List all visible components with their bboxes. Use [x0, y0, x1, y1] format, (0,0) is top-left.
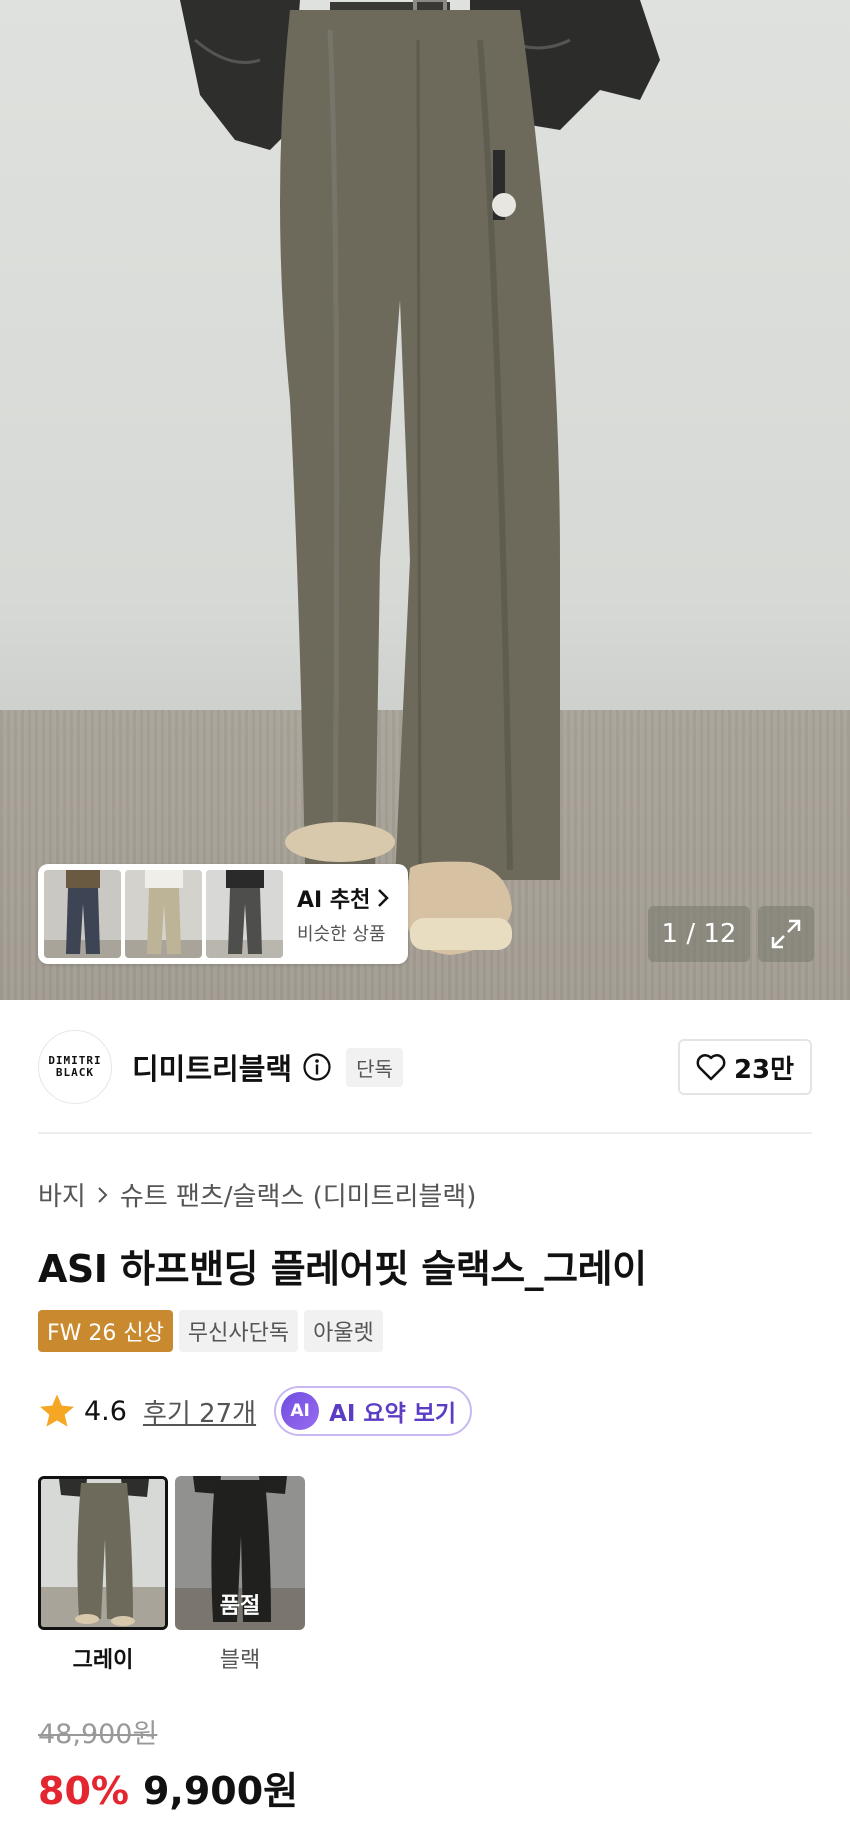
- expand-icon: [771, 919, 801, 949]
- heart-icon: [696, 1054, 726, 1081]
- image-counter: 1 / 12: [648, 906, 750, 962]
- breadcrumb-item[interactable]: 슈트 팬츠/슬랙스 (디미트리블랙): [120, 1176, 477, 1213]
- product-tags: FW 26 신상 무신사단독 아울렛: [38, 1310, 383, 1352]
- brand-logo[interactable]: DIMITRI BLACK: [38, 1030, 112, 1104]
- breadcrumb: 바지 슈트 팬츠/슬랙스 (디미트리블랙): [38, 1176, 476, 1213]
- thumb-image: [206, 870, 283, 958]
- rating-row: 4.6 후기 27개 AI AI 요약 보기: [38, 1386, 473, 1436]
- discount-rate: 80%: [38, 1769, 129, 1813]
- ai-recommend-title[interactable]: AI 추천: [297, 882, 390, 914]
- tag-exclusive: 무신사단독: [178, 1310, 299, 1352]
- like-button[interactable]: 23만: [678, 1039, 812, 1095]
- price-row: 80% 9,900원: [38, 1760, 298, 1815]
- swatch-image: [41, 1479, 165, 1627]
- color-option-black[interactable]: 품절: [175, 1476, 305, 1630]
- product-image-gallery[interactable]: AI 추천 비슷한 상품 1 / 12: [0, 0, 850, 1000]
- ai-summary-button[interactable]: AI AI 요약 보기: [274, 1386, 473, 1436]
- thumb-image: [125, 870, 202, 958]
- thumb-image: [44, 870, 121, 958]
- color-option-gray[interactable]: [38, 1476, 168, 1630]
- chevron-right-icon: [378, 889, 390, 907]
- sale-price: 9,900원: [142, 1769, 299, 1813]
- ai-badge-icon: AI: [281, 1392, 320, 1430]
- color-label-gray: 그레이: [72, 1648, 134, 1673]
- reviews-link[interactable]: 후기 27개: [143, 1393, 256, 1430]
- breadcrumb-item[interactable]: 바지: [38, 1176, 86, 1213]
- similar-product-thumb[interactable]: [206, 870, 283, 958]
- divider: [38, 1132, 812, 1134]
- tag-outlet: 아울렛: [304, 1310, 383, 1352]
- similar-product-thumb[interactable]: [44, 870, 121, 958]
- ai-recommend-text: AI 추천 비슷한 상품: [297, 882, 390, 946]
- product-photo: [180, 0, 660, 955]
- ai-summary-label: AI 요약 보기: [329, 1401, 457, 1427]
- exclusive-badge: 단독: [346, 1047, 403, 1087]
- rating-value: 4.6: [84, 1395, 127, 1427]
- brand-row: DIMITRI BLACK 디미트리블랙 단독 23만: [38, 1030, 812, 1104]
- chevron-right-icon: [98, 1186, 108, 1203]
- expand-button[interactable]: [758, 906, 814, 962]
- similar-product-thumb[interactable]: [125, 870, 202, 958]
- brand-logo-line2: BLACK: [55, 1066, 95, 1079]
- ai-recommend-card[interactable]: AI 추천 비슷한 상품: [38, 864, 408, 964]
- like-count: 23만: [733, 1054, 795, 1085]
- sold-out-label: 품절: [219, 1594, 261, 1619]
- brand-name[interactable]: 디미트리블랙: [132, 1046, 292, 1088]
- product-title: ASI 하프밴딩 플레어핏 슬랙스_그레이: [38, 1247, 647, 1291]
- info-icon[interactable]: [302, 1052, 332, 1082]
- color-label-black: 블랙: [219, 1648, 261, 1673]
- ai-recommend-title-label: AI 추천: [297, 888, 371, 913]
- tag-new: FW 26 신상: [38, 1310, 173, 1352]
- star-icon: [40, 1394, 74, 1427]
- original-price: 48,900원: [38, 1719, 158, 1750]
- ai-recommend-subtitle: 비슷한 상품: [297, 924, 386, 945]
